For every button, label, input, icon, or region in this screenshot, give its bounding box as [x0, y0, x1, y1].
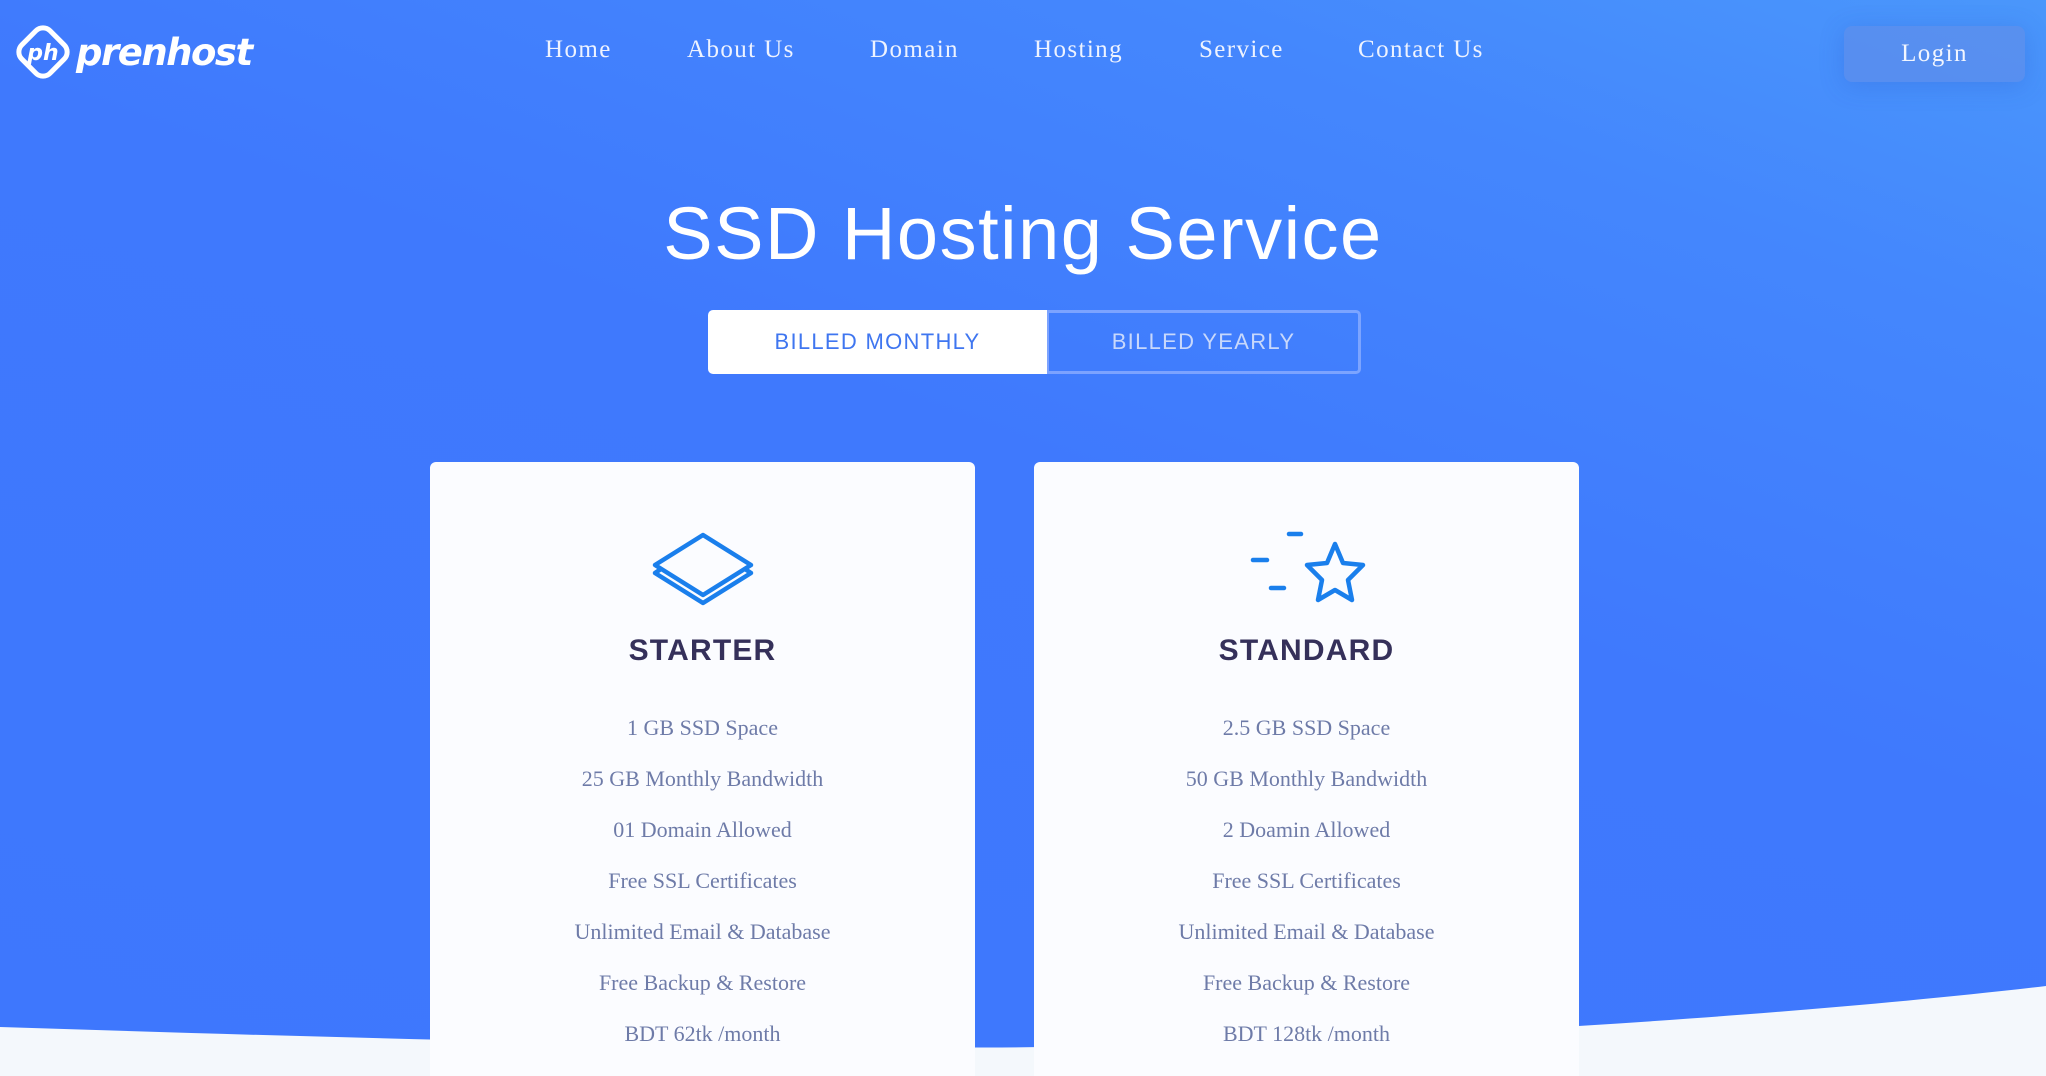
plan-card-starter: STARTER 1 GB SSD Space 25 GB Monthly Ban… — [430, 462, 975, 1076]
feature-backup: Free Backup & Restore — [598, 970, 807, 995]
nav-contact-us[interactable]: Contact Us — [1358, 36, 1484, 64]
nav-domain[interactable]: Domain — [870, 36, 959, 64]
nav-about-us[interactable]: About Us — [687, 36, 795, 64]
plan-price: BDT 62tk /month — [624, 1021, 781, 1046]
feature-domains: 2 Doamin Allowed — [1222, 817, 1391, 842]
page-title: SSD Hosting Service — [663, 192, 1383, 275]
plan-name: STARTER — [628, 634, 777, 667]
billing-period-toggle: BILLED MONTHLY BILLED YEARLY — [708, 310, 1361, 374]
feature-backup: Free Backup & Restore — [1202, 970, 1411, 995]
plan-price: BDT 128tk /month — [1222, 1021, 1391, 1046]
layers-icon — [652, 532, 753, 606]
star-icon — [1250, 531, 1365, 603]
bottom-wave-divider — [0, 986, 2046, 1076]
feature-ssl: Free SSL Certificates — [1212, 868, 1401, 893]
feature-email-database: Unlimited Email & Database — [574, 919, 831, 944]
feature-storage: 2.5 GB SSD Space — [1222, 715, 1391, 740]
nav-home[interactable]: Home — [545, 36, 612, 64]
nav-service[interactable]: Service — [1199, 36, 1284, 64]
feature-email-database: Unlimited Email & Database — [1178, 919, 1435, 944]
billed-monthly-button[interactable]: BILLED MONTHLY — [708, 310, 1047, 374]
plan-card-standard: STANDARD 2.5 GB SSD Space 50 GB Monthly … — [1034, 462, 1579, 1076]
login-button[interactable]: Login — [1844, 26, 2025, 82]
billed-yearly-button[interactable]: BILLED YEARLY — [1047, 310, 1361, 374]
nav-hosting[interactable]: Hosting — [1034, 36, 1123, 64]
feature-storage: 1 GB SSD Space — [627, 715, 778, 740]
feature-bandwidth: 25 GB Monthly Bandwidth — [581, 766, 824, 791]
feature-ssl: Free SSL Certificates — [608, 868, 797, 893]
feature-list: 1 GB SSD Space 25 GB Monthly Bandwidth 0… — [430, 702, 975, 1059]
plan-name: STANDARD — [1218, 634, 1395, 667]
feature-domains: 01 Domain Allowed — [613, 817, 792, 842]
feature-bandwidth: 50 GB Monthly Bandwidth — [1185, 766, 1428, 791]
feature-list: 2.5 GB SSD Space 50 GB Monthly Bandwidth… — [1034, 702, 1579, 1059]
main-nav: Home About Us Domain Hosting Service Con… — [0, 36, 2046, 72]
